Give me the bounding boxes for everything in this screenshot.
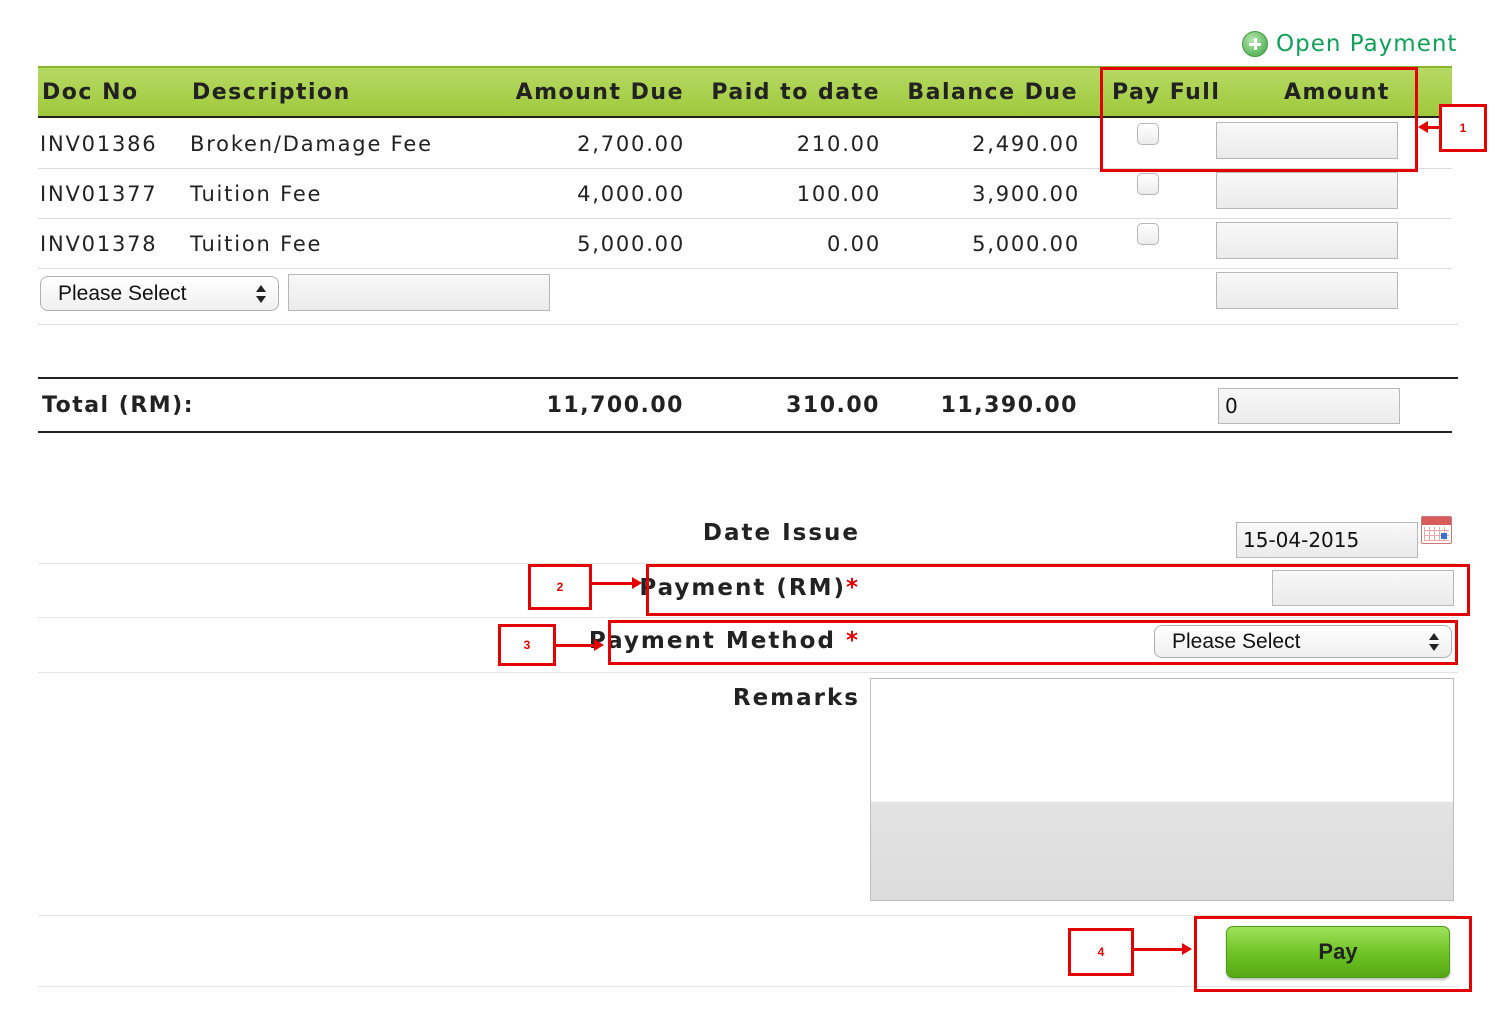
row3-pay-full-checkbox[interactable] — [1137, 223, 1159, 245]
open-payment-label: Open Payment — [1276, 31, 1458, 57]
row-divider — [38, 324, 1458, 325]
row2-pay-full-checkbox[interactable] — [1137, 173, 1159, 195]
header-paid-to-date: Paid to date — [711, 80, 880, 105]
row-divider — [38, 268, 1452, 269]
row3-doc-no: INV01378 — [40, 232, 158, 256]
total-amount-due: 11,700.00 — [546, 393, 684, 418]
row1-paid-to-date: 210.00 — [796, 132, 881, 156]
row3-amount-due: 5,000.00 — [577, 232, 685, 256]
date-issue-input[interactable] — [1236, 522, 1418, 558]
calendar-mark — [1441, 533, 1447, 539]
header-balance-due: Balance Due — [907, 80, 1078, 105]
total-amount-input[interactable] — [1218, 388, 1400, 424]
row2-balance-due: 3,900.00 — [972, 182, 1080, 206]
item-select[interactable]: Please Select — [40, 276, 279, 311]
extra-description-input[interactable] — [288, 274, 550, 311]
item-select-value: Please Select — [58, 281, 187, 305]
total-top-line — [38, 377, 1458, 379]
row1-balance-due: 2,490.00 — [972, 132, 1080, 156]
total-balance-due: 11,390.00 — [940, 393, 1078, 418]
date-issue-label: Date Issue — [702, 520, 860, 546]
annotation-highlight-3 — [608, 620, 1458, 665]
annotation-highlight-1 — [1100, 67, 1418, 172]
form-divider — [38, 672, 1458, 673]
row3-paid-to-date: 0.00 — [827, 232, 881, 256]
open-payment-link[interactable]: Open Payment — [1242, 30, 1457, 58]
header-doc-no: Doc No — [42, 80, 139, 105]
annotation-number-2: 2 — [528, 564, 592, 610]
annotation-highlight-2 — [646, 564, 1470, 616]
row1-amount-due: 2,700.00 — [577, 132, 685, 156]
total-paid-to-date: 310.00 — [786, 393, 880, 418]
annotation-arrow-4 — [1134, 943, 1192, 955]
row3-amount-input[interactable] — [1216, 222, 1398, 259]
form-divider — [38, 617, 1458, 618]
row2-description: Tuition Fee — [190, 182, 323, 206]
remarks-label: Remarks — [732, 685, 860, 711]
row2-amount-due: 4,000.00 — [577, 182, 685, 206]
annotation-arrow-2 — [592, 577, 642, 589]
row2-paid-to-date: 100.00 — [796, 182, 881, 206]
plus-circle-icon — [1242, 31, 1268, 57]
annotation-highlight-4 — [1194, 916, 1472, 992]
total-label: Total (RM): — [42, 393, 195, 418]
header-amount-due: Amount Due — [515, 80, 684, 105]
row1-doc-no: INV01386 — [40, 132, 158, 156]
row3-description: Tuition Fee — [190, 232, 323, 256]
annotation-number-3: 3 — [498, 624, 556, 666]
annotation-number-4: 4 — [1068, 928, 1134, 976]
annotation-number-1: 1 — [1439, 104, 1487, 152]
row2-amount-input[interactable] — [1216, 172, 1398, 209]
total-bottom-line — [38, 431, 1452, 433]
row2-doc-no: INV01377 — [40, 182, 158, 206]
header-description: Description — [192, 80, 351, 105]
extra-amount-input[interactable] — [1216, 272, 1398, 309]
row3-balance-due: 5,000.00 — [972, 232, 1080, 256]
calendar-icon[interactable] — [1421, 516, 1452, 544]
remarks-textarea[interactable] — [870, 678, 1454, 901]
row-divider — [38, 218, 1452, 219]
select-arrows-icon — [256, 284, 266, 304]
calendar-header — [1422, 517, 1451, 525]
annotation-arrow-3 — [556, 639, 604, 651]
row1-description: Broken/Damage Fee — [190, 132, 433, 156]
